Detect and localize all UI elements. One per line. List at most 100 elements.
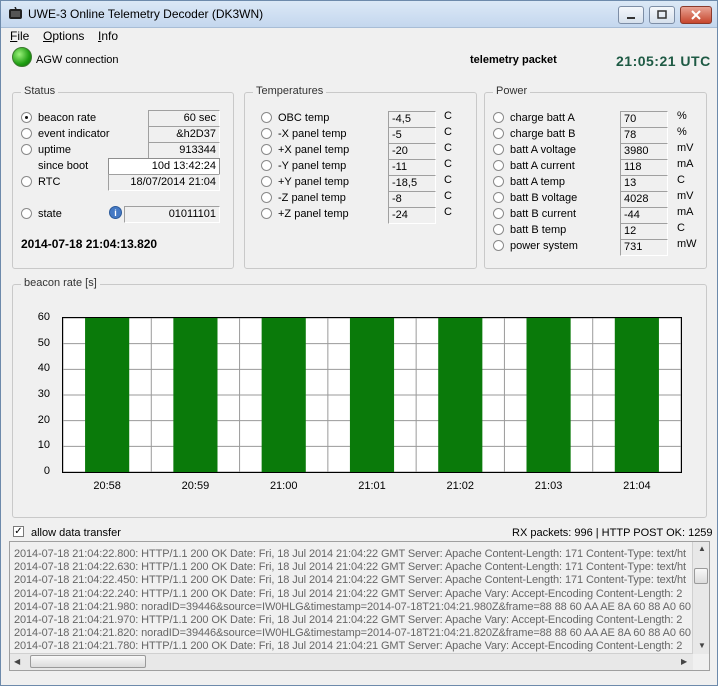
rx-packets-status: RX packets: 996 | HTTP POST OK: 1259 [512, 527, 713, 539]
temperatures-legend: Temperatures [253, 85, 327, 97]
agw-connection-label: AGW connection [36, 54, 119, 66]
temp-label: -Z panel temp [278, 192, 346, 204]
radio-temp-2[interactable] [261, 144, 272, 155]
temp-label: +Y panel temp [278, 176, 350, 188]
radio-power-3[interactable] [493, 160, 504, 171]
power-label: batt B current [510, 208, 577, 220]
temp-value: -18,5 [388, 175, 436, 192]
log-line: 2014-07-18 21:04:22.630: HTTP/1.1 200 OK… [14, 561, 686, 574]
maximize-icon [657, 10, 667, 19]
since-boot-value: 10d 13:42:24 [108, 158, 220, 175]
temp-value: -4,5 [388, 111, 436, 128]
menu-file[interactable]: File [10, 29, 29, 43]
radio-temp-4[interactable] [261, 176, 272, 187]
radio-power-2[interactable] [493, 144, 504, 155]
power-legend: Power [493, 85, 531, 97]
chart-bar-20:59 [173, 318, 218, 472]
radio-power-8[interactable] [493, 240, 504, 251]
radio-temp-1[interactable] [261, 128, 272, 139]
radio-power-4[interactable] [493, 176, 504, 187]
state-value: 01011101 [124, 206, 220, 223]
window-title: UWE-3 Online Telemetry Decoder (DK3WN) [28, 7, 264, 21]
radio-temp-6[interactable] [261, 208, 272, 219]
chart-svg [62, 317, 682, 473]
power-value: 3980 [620, 143, 668, 160]
radio-power-7[interactable] [493, 224, 504, 235]
rtc-value: 18/07/2014 21:04 [108, 174, 220, 191]
temp-unit: C [444, 174, 452, 186]
allow-data-transfer-checkbox[interactable]: ✓ [13, 526, 24, 537]
power-value: 731 [620, 239, 668, 256]
chart-bar-21:01 [349, 318, 395, 472]
telemetry-packet-label: telemetry packet [470, 54, 557, 66]
temp-label: +Z panel temp [278, 208, 349, 220]
minimize-button[interactable] [618, 6, 644, 24]
power-unit: mV [677, 190, 694, 202]
beacon-rate-chart [62, 317, 682, 473]
x-tick-label: 21:01 [358, 480, 386, 492]
scroll-left-icon[interactable]: ◀ [14, 657, 20, 666]
agw-connection-led-icon [12, 47, 32, 67]
radio-rtc[interactable] [21, 176, 32, 187]
satellite-app-icon [9, 7, 22, 19]
radio-power-5[interactable] [493, 192, 504, 203]
power-unit: mV [677, 142, 694, 154]
menu-bar: File Options Info [1, 28, 717, 45]
state-label: state [38, 208, 62, 220]
chart-bar-21:00 [261, 318, 306, 472]
radio-temp-3[interactable] [261, 160, 272, 171]
menu-info[interactable]: Info [98, 29, 118, 43]
beacon-rate-label: beacon rate [38, 112, 97, 124]
radio-uptime[interactable] [21, 144, 32, 155]
temp-label: -X panel temp [278, 128, 347, 140]
power-unit: mA [677, 206, 694, 218]
radio-power-0[interactable] [493, 112, 504, 123]
menu-options-accel: O [43, 29, 53, 43]
scroll-right-icon[interactable]: ▶ [681, 657, 687, 666]
power-label: batt A temp [510, 176, 566, 188]
menu-options[interactable]: Options [43, 29, 84, 43]
uptime-value: 913344 [148, 142, 220, 159]
radio-power-6[interactable] [493, 208, 504, 219]
temp-value: -24 [388, 207, 436, 224]
x-tick-label: 21:00 [269, 480, 298, 492]
radio-temp-0[interactable] [261, 112, 272, 123]
log-output[interactable]: 2014-07-18 21:04:22.800: HTTP/1.1 200 OK… [9, 541, 710, 671]
close-icon [691, 10, 701, 20]
temp-label: +X panel temp [278, 144, 350, 156]
y-tick-label: 10 [37, 439, 50, 452]
temp-unit: C [444, 158, 452, 170]
log-horizontal-scrollbar[interactable]: ◀ ▶ [10, 653, 693, 670]
power-label: batt B temp [510, 224, 567, 236]
menu-file-label: ile [17, 29, 30, 43]
log-vertical-thumb[interactable] [694, 568, 708, 584]
x-tick-label: 20:59 [181, 480, 210, 492]
power-label: batt A current [510, 160, 575, 172]
temp-unit: C [444, 126, 452, 138]
radio-beacon-rate[interactable] [21, 112, 32, 123]
title-bar[interactable]: UWE-3 Online Telemetry Decoder (DK3WN) [1, 1, 717, 28]
radio-event-indicator[interactable] [21, 128, 32, 139]
log-line: 2014-07-18 21:04:21.970: HTTP/1.1 200 OK… [14, 614, 683, 626]
power-label: batt B voltage [510, 192, 578, 204]
power-unit: % [677, 110, 687, 122]
event-indicator-value: &h2D37 [148, 126, 220, 143]
status-timestamp: 2014-07-18 21:04:13.820 [21, 237, 158, 251]
log-vertical-scrollbar[interactable]: ▲ ▼ [692, 542, 709, 654]
info-icon[interactable]: i [109, 206, 122, 219]
power-value: 70 [620, 111, 668, 128]
scroll-down-icon[interactable]: ▼ [698, 641, 706, 650]
power-unit: mA [677, 158, 694, 170]
chart-bar-21:04 [614, 318, 659, 472]
maximize-button[interactable] [649, 6, 675, 24]
power-label: charge batt A [510, 112, 575, 124]
scroll-up-icon[interactable]: ▲ [698, 544, 706, 553]
radio-power-1[interactable] [493, 128, 504, 139]
menu-options-label: ptions [52, 29, 85, 43]
radio-state[interactable] [21, 208, 32, 219]
close-button[interactable] [680, 6, 712, 24]
log-horizontal-thumb[interactable] [30, 655, 146, 668]
radio-temp-5[interactable] [261, 192, 272, 203]
y-tick-label: 50 [37, 336, 50, 349]
power-label: charge batt B [510, 128, 576, 140]
